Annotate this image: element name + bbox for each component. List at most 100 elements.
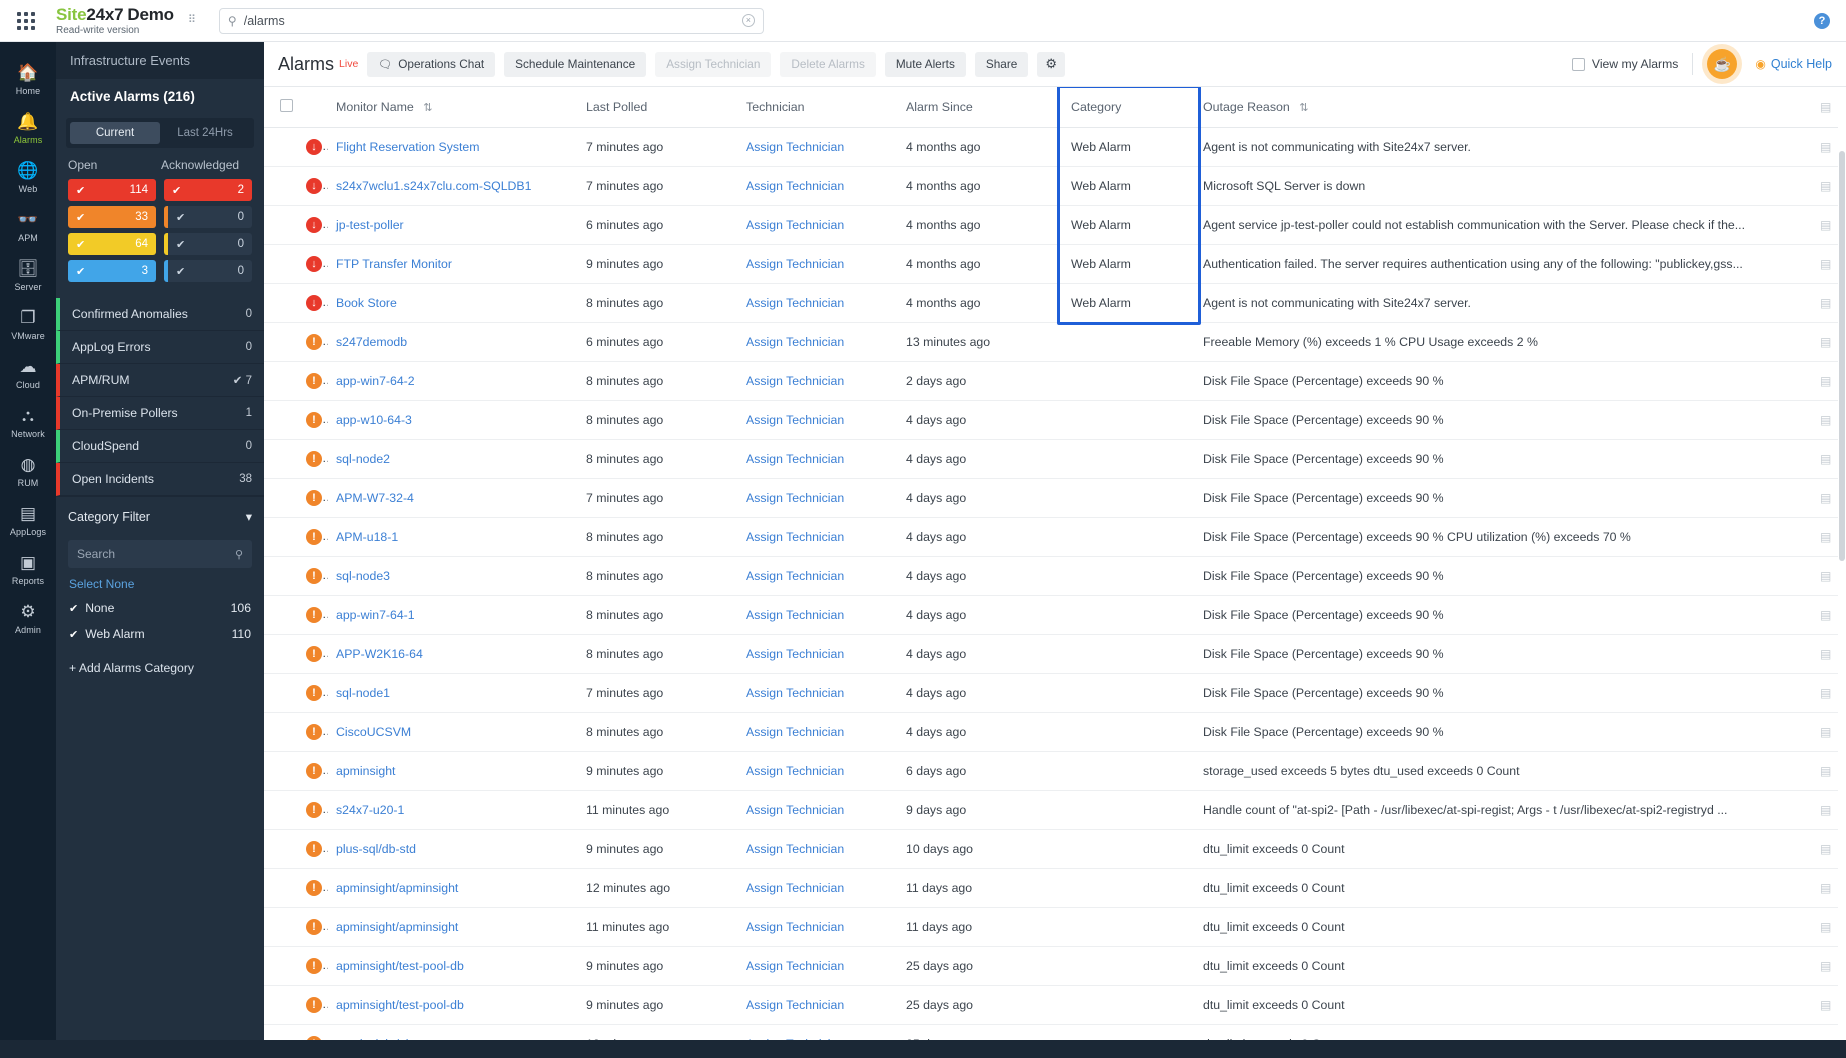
assign-technician-link[interactable]: Assign Technician [746,686,844,700]
rail-item-web[interactable]: 🌐Web [0,152,56,201]
assign-technician-link[interactable]: Assign Technician [746,491,844,505]
infrastructure-events-header[interactable]: Infrastructure Events [56,42,264,79]
monitor-link[interactable]: apminsight/apminsight [336,881,458,895]
assign-technician-link[interactable]: Assign Technician [746,257,844,271]
rail-item-applogs[interactable]: ▤AppLogs [0,495,56,544]
sidebar-item-cloudspend[interactable]: CloudSpend0 [56,430,264,463]
table-row[interactable]: !sql-node28 minutes agoAssign Technician… [264,440,1846,479]
monitor-link[interactable]: apminsight/plus-test [336,1037,445,1040]
table-row[interactable]: !apminsight/apminsight12 minutes agoAssi… [264,869,1846,908]
row-menu-icon[interactable]: ▤ [1820,881,1831,895]
monitor-link[interactable]: app-w10-64-3 [336,413,412,427]
segment-current[interactable]: Current [70,122,160,144]
open-count-pill[interactable]: ✔33 [68,206,156,228]
table-row[interactable]: ↓FTP Transfer Monitor9 minutes agoAssign… [264,245,1846,284]
row-menu-icon[interactable]: ▤ [1820,218,1831,232]
monitor-link[interactable]: Flight Reservation System [336,140,480,154]
scrollbar-thumb[interactable] [1839,151,1845,561]
assign-technician-link[interactable]: Assign Technician [746,413,844,427]
rail-item-alarms[interactable]: 🔔Alarms [0,103,56,152]
category-search[interactable]: ⚲ [68,540,252,568]
share-button[interactable]: Share [975,52,1028,77]
quick-help-button[interactable]: ◉ Quick Help [1755,57,1832,71]
rail-item-home[interactable]: 🏠Home [0,54,56,103]
view-my-alarms-checkbox[interactable]: View my Alarms [1572,57,1678,71]
assign-technician-link[interactable]: Assign Technician [746,335,844,349]
monitor-link[interactable]: apminsight/apminsight [336,920,458,934]
scrollbar-track[interactable] [1838,87,1846,1040]
category-search-input[interactable] [77,547,235,561]
assign-technician-link[interactable]: Assign Technician [746,764,844,778]
rail-item-cloud[interactable]: ☁Cloud [0,348,56,397]
assign-technician-link[interactable]: Assign Technician [746,374,844,388]
rail-item-server[interactable]: 🗄Server [0,250,56,299]
row-menu-icon[interactable]: ▤ [1820,257,1831,271]
sidebar-item-apm-rum[interactable]: APM/RUM✔ 7 [56,364,264,397]
row-menu-icon[interactable]: ▤ [1820,335,1831,349]
row-menu-icon[interactable]: ▤ [1820,998,1831,1012]
row-menu-icon[interactable]: ▤ [1820,374,1831,388]
assign-technician-link[interactable]: Assign Technician [746,296,844,310]
schedule-maintenance-button[interactable]: Schedule Maintenance [504,52,646,77]
app-grid-icon[interactable] [0,0,52,42]
monitor-link[interactable]: sql-node3 [336,569,390,583]
monitor-link[interactable]: Book Store [336,296,397,310]
category-filter-header[interactable]: Category Filter ▾ [56,496,264,536]
sidebar-item-on-premise-pollers[interactable]: On-Premise Pollers1 [56,397,264,430]
expand-icon[interactable]: ⠿ [188,16,197,25]
rail-item-rum[interactable]: ◍RUM [0,446,56,495]
row-menu-icon[interactable]: ▤ [1820,179,1831,193]
table-row[interactable]: !APM-u18-18 minutes agoAssign Technician… [264,518,1846,557]
table-row[interactable]: !apminsight/test-pool-db9 minutes agoAss… [264,947,1846,986]
mute-alerts-button[interactable]: Mute Alerts [885,52,966,77]
assign-technician-link[interactable]: Assign Technician [746,920,844,934]
table-row[interactable]: !app-win7-64-18 minutes agoAssign Techni… [264,596,1846,635]
settings-gear-button[interactable]: ⚙ [1037,52,1065,77]
col-alarm-since[interactable]: Alarm Since [898,87,1063,128]
col-category[interactable]: Category [1063,87,1195,128]
assign-technician-link[interactable]: Assign Technician [746,725,844,739]
table-row[interactable]: !apminsight/apminsight11 minutes agoAssi… [264,908,1846,947]
monitor-link[interactable]: s24x7-u20-1 [336,803,404,817]
assign-technician-link[interactable]: Assign Technician [746,218,844,232]
table-row[interactable]: !plus-sql/db-std9 minutes agoAssign Tech… [264,830,1846,869]
open-count-pill[interactable]: ✔114 [68,179,156,201]
assign-technician-link[interactable]: Assign Technician [746,1037,844,1040]
table-row[interactable]: !app-w10-64-38 minutes agoAssign Technic… [264,401,1846,440]
rail-item-reports[interactable]: ▣Reports [0,544,56,593]
table-row[interactable]: ↓s24x7wclu1.s24x7clu.com-SQLDB17 minutes… [264,167,1846,206]
assign-technician-link[interactable]: Assign Technician [746,140,844,154]
table-row[interactable]: !apminsight/plus-test12 minutes agoAssig… [264,1025,1846,1041]
monitor-link[interactable]: jp-test-poller [336,218,404,232]
row-menu-icon[interactable]: ▤ [1820,803,1831,817]
assign-technician-link[interactable]: Assign Technician [746,803,844,817]
row-menu-icon[interactable]: ▤ [1820,959,1831,973]
row-menu-icon[interactable]: ▤ [1820,647,1831,661]
assign-technician-link[interactable]: Assign Technician [746,881,844,895]
table-row[interactable]: !s24x7-u20-111 minutes agoAssign Technic… [264,791,1846,830]
category-option-web-alarm[interactable]: ✔Web Alarm110 [56,621,264,647]
row-menu-icon[interactable]: ▤ [1820,100,1831,114]
assign-technician-link[interactable]: Assign Technician [746,608,844,622]
col-monitor-name[interactable]: Monitor Name ⇅ [328,87,578,128]
acknowledged-count-pill[interactable]: ✔0 [164,233,252,255]
row-menu-icon[interactable]: ▤ [1820,686,1831,700]
segment-last-24hrs[interactable]: Last 24Hrs [160,122,250,144]
monitor-link[interactable]: plus-sql/db-std [336,842,416,856]
rail-item-vmware[interactable]: ❐VMware [0,299,56,348]
rail-item-admin[interactable]: ⚙Admin [0,593,56,642]
row-menu-icon[interactable]: ▤ [1820,569,1831,583]
help-icon[interactable]: ? [1814,13,1830,29]
row-menu-icon[interactable]: ▤ [1820,764,1831,778]
close-icon[interactable]: × [742,14,755,27]
table-row[interactable]: !sql-node38 minutes agoAssign Technician… [264,557,1846,596]
select-all-checkbox[interactable] [280,99,293,112]
search-input[interactable] [244,14,742,28]
table-row[interactable]: ↓Book Store8 minutes agoAssign Technicia… [264,284,1846,323]
monitor-link[interactable]: APP-W2K16-64 [336,647,423,661]
table-row[interactable]: !APP-W2K16-648 minutes agoAssign Technic… [264,635,1846,674]
rail-item-apm[interactable]: 👓APM [0,201,56,250]
monitor-link[interactable]: apminsight/test-pool-db [336,959,464,973]
assign-technician-link[interactable]: Assign Technician [746,998,844,1012]
global-search[interactable]: ⚲ × [219,8,764,34]
